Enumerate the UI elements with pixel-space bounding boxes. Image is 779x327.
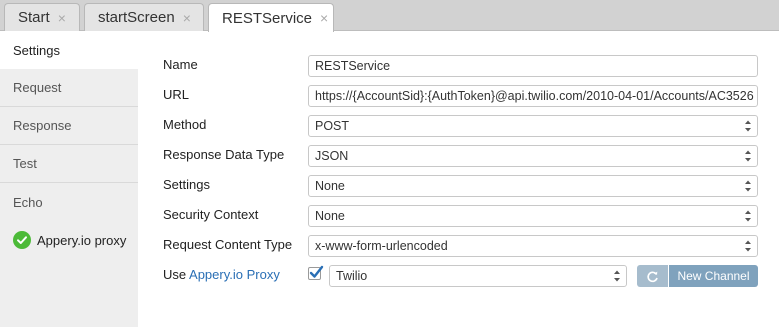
rest-service-editor: Start × startScreen × RESTService × Sett… <box>0 0 779 327</box>
security-context-select[interactable]: None <box>308 205 758 227</box>
close-icon[interactable]: × <box>58 10 66 26</box>
tab-startscreen[interactable]: startScreen × <box>84 3 204 31</box>
sidebar-item-response[interactable]: Response <box>0 107 138 145</box>
name-field[interactable]: RESTService <box>308 55 758 77</box>
select-arrows-icon <box>745 210 751 222</box>
url-label: URL <box>163 87 190 102</box>
select-arrows-icon <box>745 150 751 162</box>
close-icon[interactable]: × <box>183 10 191 26</box>
sidebar-item-test[interactable]: Test <box>0 145 138 183</box>
tab-restservice[interactable]: RESTService × <box>208 3 334 32</box>
select-arrows-icon <box>745 180 751 192</box>
response-data-type-value: JSON <box>315 149 349 163</box>
refresh-icon <box>647 271 658 282</box>
proxy-channel-value: Twilio <box>336 269 368 283</box>
new-channel-button[interactable]: New Channel <box>669 265 758 287</box>
use-proxy-prefix: Use <box>163 267 187 282</box>
use-proxy-label: Use Appery.io Proxy <box>163 267 280 283</box>
settings-select[interactable]: None <box>308 175 758 197</box>
sidebar-item-appery-proxy[interactable]: Appery.io proxy <box>0 221 138 259</box>
method-label: Method <box>163 117 207 132</box>
request-content-type-label: Request Content Type <box>163 237 293 252</box>
close-icon[interactable]: × <box>320 10 328 26</box>
response-data-type-label: Response Data Type <box>163 147 285 162</box>
tab-label: RESTService <box>222 9 313 27</box>
sidebar-item-settings[interactable]: Settings <box>0 31 138 69</box>
sidebar-item-request[interactable]: Request <box>0 69 138 107</box>
refresh-button[interactable] <box>637 265 668 287</box>
proxy-channel-select[interactable]: Twilio <box>329 265 627 287</box>
sidebar-item-label: Request <box>13 80 62 95</box>
tab-start[interactable]: Start × <box>4 3 80 31</box>
settings-value: None <box>315 179 345 193</box>
request-content-type-select[interactable]: x-www-form-urlencoded <box>308 235 758 257</box>
name-value: RESTService <box>315 59 391 73</box>
url-field[interactable]: https://{AccountSid}:{AuthToken}@api.twi… <box>308 85 758 107</box>
check-circle-icon <box>13 231 31 249</box>
checkmark-icon <box>309 265 324 278</box>
sidebar-item-echo[interactable]: Echo <box>0 183 138 221</box>
editor-tab-bar: Start × startScreen × RESTService × <box>0 0 779 32</box>
sidebar-item-label: Test <box>13 156 37 171</box>
request-content-type-value: x-www-form-urlencoded <box>315 239 448 253</box>
select-arrows-icon <box>745 240 751 252</box>
service-sidebar: Settings Request Response Test Echo Appe… <box>0 31 138 327</box>
sidebar-item-label: Response <box>13 118 72 133</box>
appery-proxy-link[interactable]: Appery.io Proxy <box>189 267 280 282</box>
security-context-label: Security Context <box>163 207 259 222</box>
sidebar-item-label: Appery.io proxy <box>37 232 127 248</box>
method-value: POST <box>315 119 350 133</box>
tab-label: Start <box>18 9 50 26</box>
select-arrows-icon <box>745 120 751 132</box>
settings-label: Settings <box>163 177 210 192</box>
sidebar-item-label: Echo <box>13 194 43 210</box>
url-value: https://{AccountSid}:{AuthToken}@api.twi… <box>315 89 754 103</box>
tab-label: startScreen <box>98 9 175 26</box>
security-context-value: None <box>315 209 345 223</box>
method-select[interactable]: POST <box>308 115 758 137</box>
response-data-type-select[interactable]: JSON <box>308 145 758 167</box>
use-proxy-checkbox[interactable] <box>308 265 324 280</box>
select-arrows-icon <box>614 270 620 282</box>
name-label: Name <box>163 57 198 72</box>
sidebar-item-label: Settings <box>13 42 60 58</box>
